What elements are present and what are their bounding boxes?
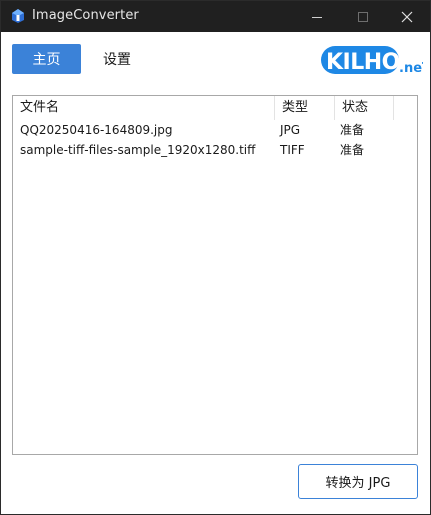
column-header-type[interactable]: 类型 xyxy=(274,96,334,120)
minimize-icon xyxy=(312,16,322,18)
column-header-status[interactable]: 状态 xyxy=(334,96,394,120)
file-name: QQ20250416-164809.jpg xyxy=(20,123,173,137)
file-list-header: 文件名 类型 状态 xyxy=(13,96,417,120)
file-type: TIFF xyxy=(280,143,305,157)
convert-button[interactable]: 转换为 JPG xyxy=(298,464,418,499)
file-list-rows: QQ20250416-164809.jpg JPG 准备 sample-tiff… xyxy=(13,120,417,160)
app-icon xyxy=(10,8,26,24)
file-status: 准备 xyxy=(340,123,365,137)
close-icon xyxy=(401,11,413,22)
column-header-filename[interactable]: 文件名 xyxy=(13,96,274,120)
svg-text:KILHO: KILHO xyxy=(326,50,400,75)
toolbar: 主页 设置 KILHO .neT xyxy=(1,32,431,86)
maximize-icon xyxy=(358,11,368,22)
close-button[interactable] xyxy=(384,1,430,32)
kilho-logo: KILHO .neT xyxy=(319,40,431,80)
file-status: 准备 xyxy=(340,143,365,157)
app-window: ImageConverter 主页 设置 KILHO .neT xyxy=(0,0,431,515)
file-type: JPG xyxy=(280,123,301,137)
file-name: sample-tiff-files-sample_1920x1280.tiff xyxy=(20,143,256,157)
settings-button[interactable]: 设置 xyxy=(89,44,145,74)
file-list[interactable]: 文件名 类型 状态 QQ20250416-164809.jpg JPG 准备 s… xyxy=(12,95,418,455)
home-button[interactable]: 主页 xyxy=(12,44,81,74)
minimize-button[interactable] xyxy=(294,1,340,32)
window-title: ImageConverter xyxy=(32,8,139,23)
title-bar[interactable]: ImageConverter xyxy=(1,1,430,32)
maximize-button[interactable] xyxy=(340,1,386,32)
list-item[interactable]: QQ20250416-164809.jpg JPG 准备 xyxy=(13,120,417,140)
svg-text:.neT: .neT xyxy=(399,61,423,76)
list-item[interactable]: sample-tiff-files-sample_1920x1280.tiff … xyxy=(13,140,417,160)
